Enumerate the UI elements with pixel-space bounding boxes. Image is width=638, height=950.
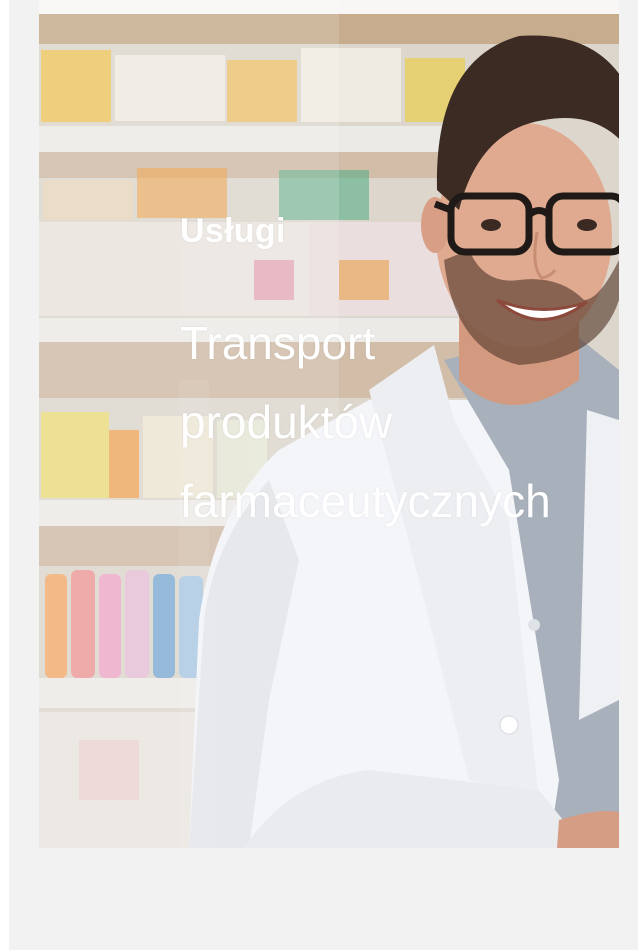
service-title[interactable]: Transport produktów farmaceutycznych: [180, 304, 551, 541]
service-title-line-3: farmaceutycznych: [180, 475, 551, 527]
service-card[interactable]: Usługi Transport produktów farmaceutyczn…: [39, 0, 619, 848]
service-category-label: Usługi: [180, 212, 286, 250]
service-title-line-1: Transport: [180, 317, 376, 369]
service-title-line-2: produktów: [180, 396, 393, 448]
